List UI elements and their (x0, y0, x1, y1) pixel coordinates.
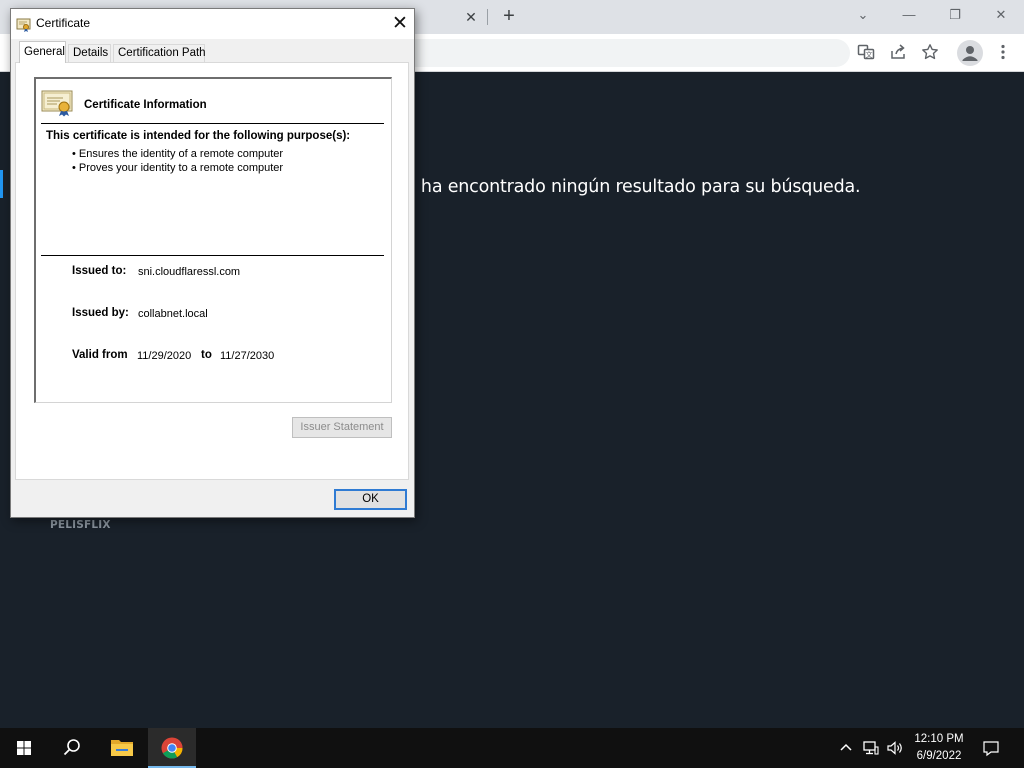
search-icon (63, 739, 80, 756)
dialog-tabs: General Details Certification Path (11, 41, 414, 63)
purpose-list: Ensures the identity of a remote compute… (72, 148, 283, 175)
sidebar-indicator (0, 170, 3, 198)
issued-to-value: sni.cloudflaressl.com (138, 266, 241, 278)
valid-from-label: Valid from (72, 349, 128, 361)
file-explorer-button[interactable] (98, 728, 146, 768)
start-button[interactable] (0, 728, 48, 768)
tab-close-icon[interactable]: ✕ (462, 8, 480, 26)
start-icon (17, 741, 31, 755)
file-explorer-icon (111, 740, 133, 756)
issued-by-value: collabnet.local (138, 308, 208, 320)
valid-from-value: 11/29/2020 (137, 350, 192, 362)
tab-general[interactable]: General (19, 41, 66, 63)
clock-time: 12:10 PM (914, 733, 964, 745)
valid-to-value: 11/27/2030 (220, 350, 275, 362)
translate-icon[interactable]: 文 (856, 43, 876, 63)
dialog-close-button[interactable]: ✕ (387, 11, 413, 37)
network-icon[interactable] (861, 738, 881, 758)
divider (41, 123, 384, 124)
system-clock[interactable]: 12:10 PM 6/9/2022 (905, 731, 973, 765)
certificate-large-icon (41, 89, 75, 117)
site-brand[interactable]: PELISFLIX (50, 519, 111, 531)
share-icon[interactable] (888, 43, 908, 63)
tab-certification-path[interactable]: Certification Path (113, 44, 206, 62)
certificate-info-heading: Certificate Information (84, 99, 207, 111)
purpose-item: Ensures the identity of a remote compute… (72, 148, 283, 162)
general-tab-panel: Certificate Information This certificate… (15, 62, 409, 480)
star-icon[interactable] (920, 43, 940, 63)
certificate-dialog: Certificate ✕ General Details Certificat… (10, 8, 415, 518)
certificate-info-box: Certificate Information This certificate… (34, 77, 392, 403)
search-button[interactable] (48, 728, 96, 768)
no-results-message: e ha encontrado ningún resultado para su… (405, 177, 861, 197)
restore-button[interactable]: ❐ (943, 3, 967, 27)
valid-to-label: to (201, 349, 212, 361)
certificate-icon (16, 16, 32, 32)
notifications-icon[interactable] (981, 738, 1001, 758)
chrome-icon (161, 737, 183, 759)
svg-text:文: 文 (866, 50, 873, 59)
new-tab-button[interactable]: + (498, 5, 520, 27)
dialog-title: Certificate (36, 16, 91, 30)
profile-icon[interactable] (957, 40, 983, 66)
minimize-button[interactable]: — (897, 3, 921, 27)
issuer-statement-button[interactable]: Issuer Statement (292, 417, 392, 438)
address-bar[interactable] (380, 39, 850, 67)
tab-search-icon[interactable]: ⌄ (851, 3, 875, 27)
window-close-button[interactable]: ✕ (989, 3, 1013, 27)
taskbar: 12:10 PM 6/9/2022 (0, 728, 1024, 768)
clock-date: 6/9/2022 (916, 750, 962, 762)
chrome-taskbar-button[interactable] (148, 728, 196, 768)
tab-separator (487, 9, 488, 25)
issued-by-label: Issued by: (72, 307, 129, 319)
show-hidden-icons[interactable] (836, 738, 856, 758)
purpose-item: Proves your identity to a remote compute… (72, 162, 283, 176)
divider (41, 255, 384, 256)
dialog-titlebar[interactable]: Certificate ✕ (11, 9, 414, 39)
menu-icon[interactable] (993, 43, 1013, 63)
ok-button[interactable]: OK (334, 489, 407, 510)
tab-details[interactable]: Details (68, 44, 111, 62)
issued-to-label: Issued to: (72, 265, 127, 277)
purpose-heading: This certificate is intended for the fol… (46, 130, 351, 142)
volume-icon[interactable] (885, 738, 905, 758)
